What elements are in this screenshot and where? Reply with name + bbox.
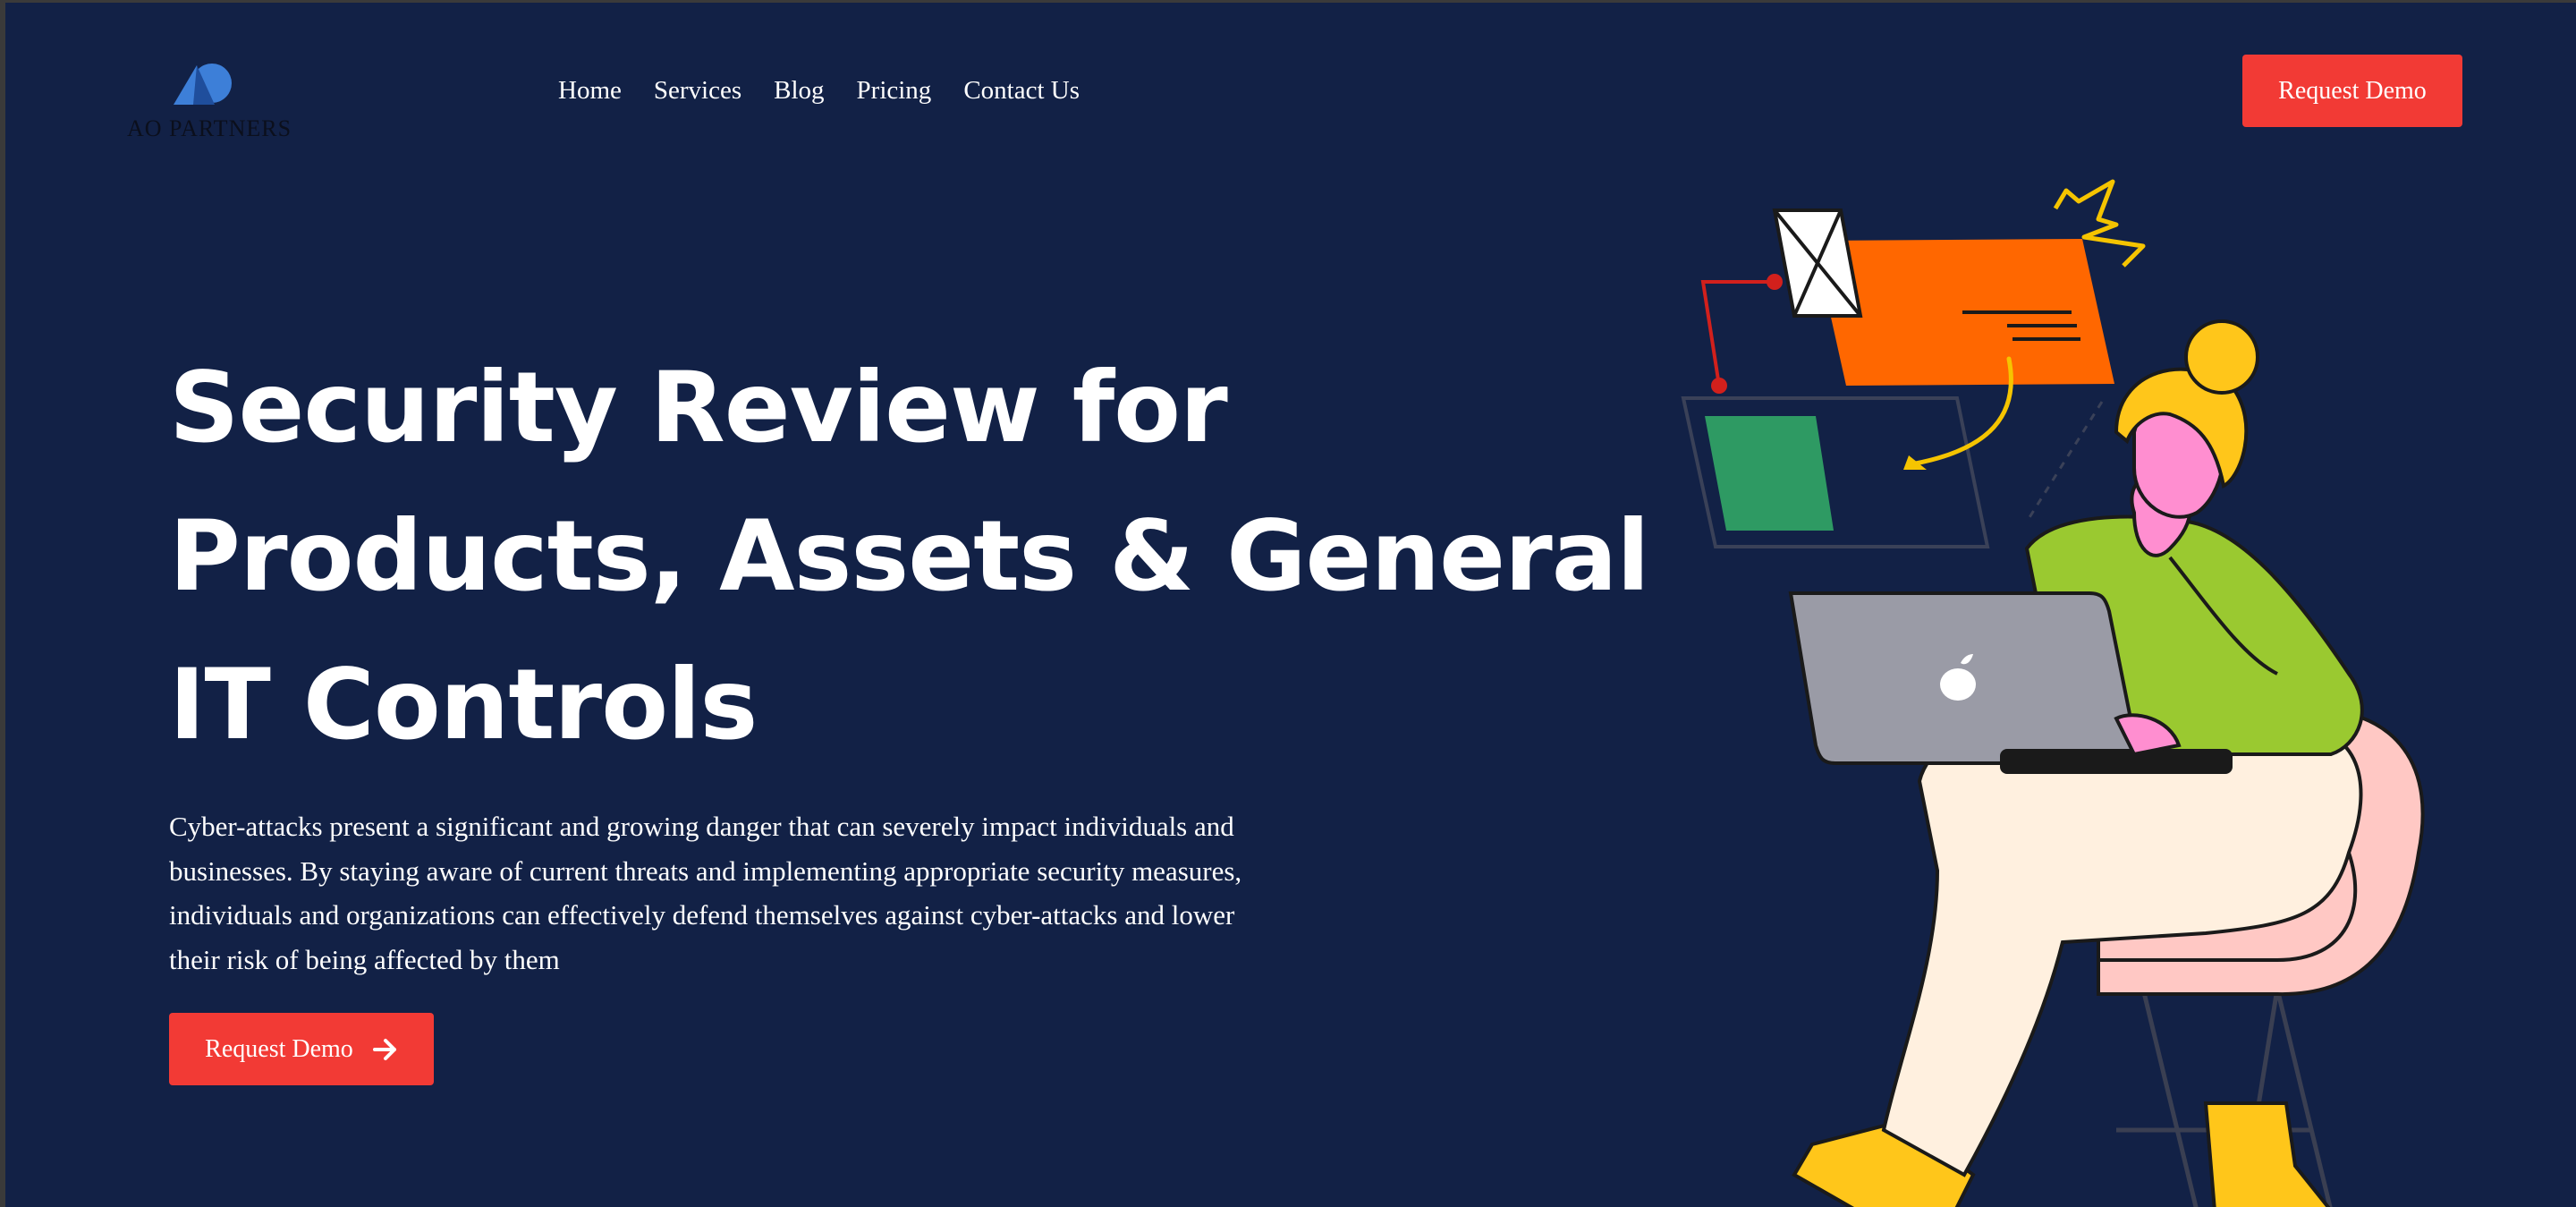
nav-home[interactable]: Home	[558, 76, 622, 106]
arrow-right-icon	[372, 1038, 396, 1060]
brand-name: AO PARTNERS	[127, 115, 292, 141]
header-request-demo-label: Request Demo	[2278, 76, 2427, 105]
hero-illustration	[1681, 179, 2425, 1207]
hero-title-line-3: IT Controls	[169, 648, 758, 761]
brand-logo[interactable]: AO PARTNERS	[127, 62, 293, 151]
nav-blog[interactable]: Blog	[774, 76, 824, 106]
hero-title-line-1: Security Review for	[169, 351, 1228, 464]
nav-services[interactable]: Services	[654, 76, 741, 106]
nav-contact-us[interactable]: Contact Us	[963, 76, 1080, 106]
logo-mark-icon	[174, 64, 232, 105]
hero-title-line-2: Products, Assets & General	[169, 499, 1650, 613]
hero-request-demo-button[interactable]: Request Demo	[169, 1013, 434, 1085]
header-request-demo-button[interactable]: Request Demo	[2242, 55, 2462, 127]
hero-description: Cyber-attacks present a significant and …	[169, 811, 1242, 975]
main-nav: Home Services Blog Pricing Contact Us	[558, 76, 1080, 106]
green-panel	[1705, 416, 1834, 531]
landing-page: AO PARTNERS Home Services Blog Pricing C…	[5, 3, 2576, 1207]
hero-request-demo-label: Request Demo	[205, 1034, 353, 1063]
nav-pricing[interactable]: Pricing	[857, 76, 932, 106]
hero-title: Security Review for Products, Assets & G…	[169, 334, 1650, 779]
red-connector	[1700, 280, 1775, 387]
